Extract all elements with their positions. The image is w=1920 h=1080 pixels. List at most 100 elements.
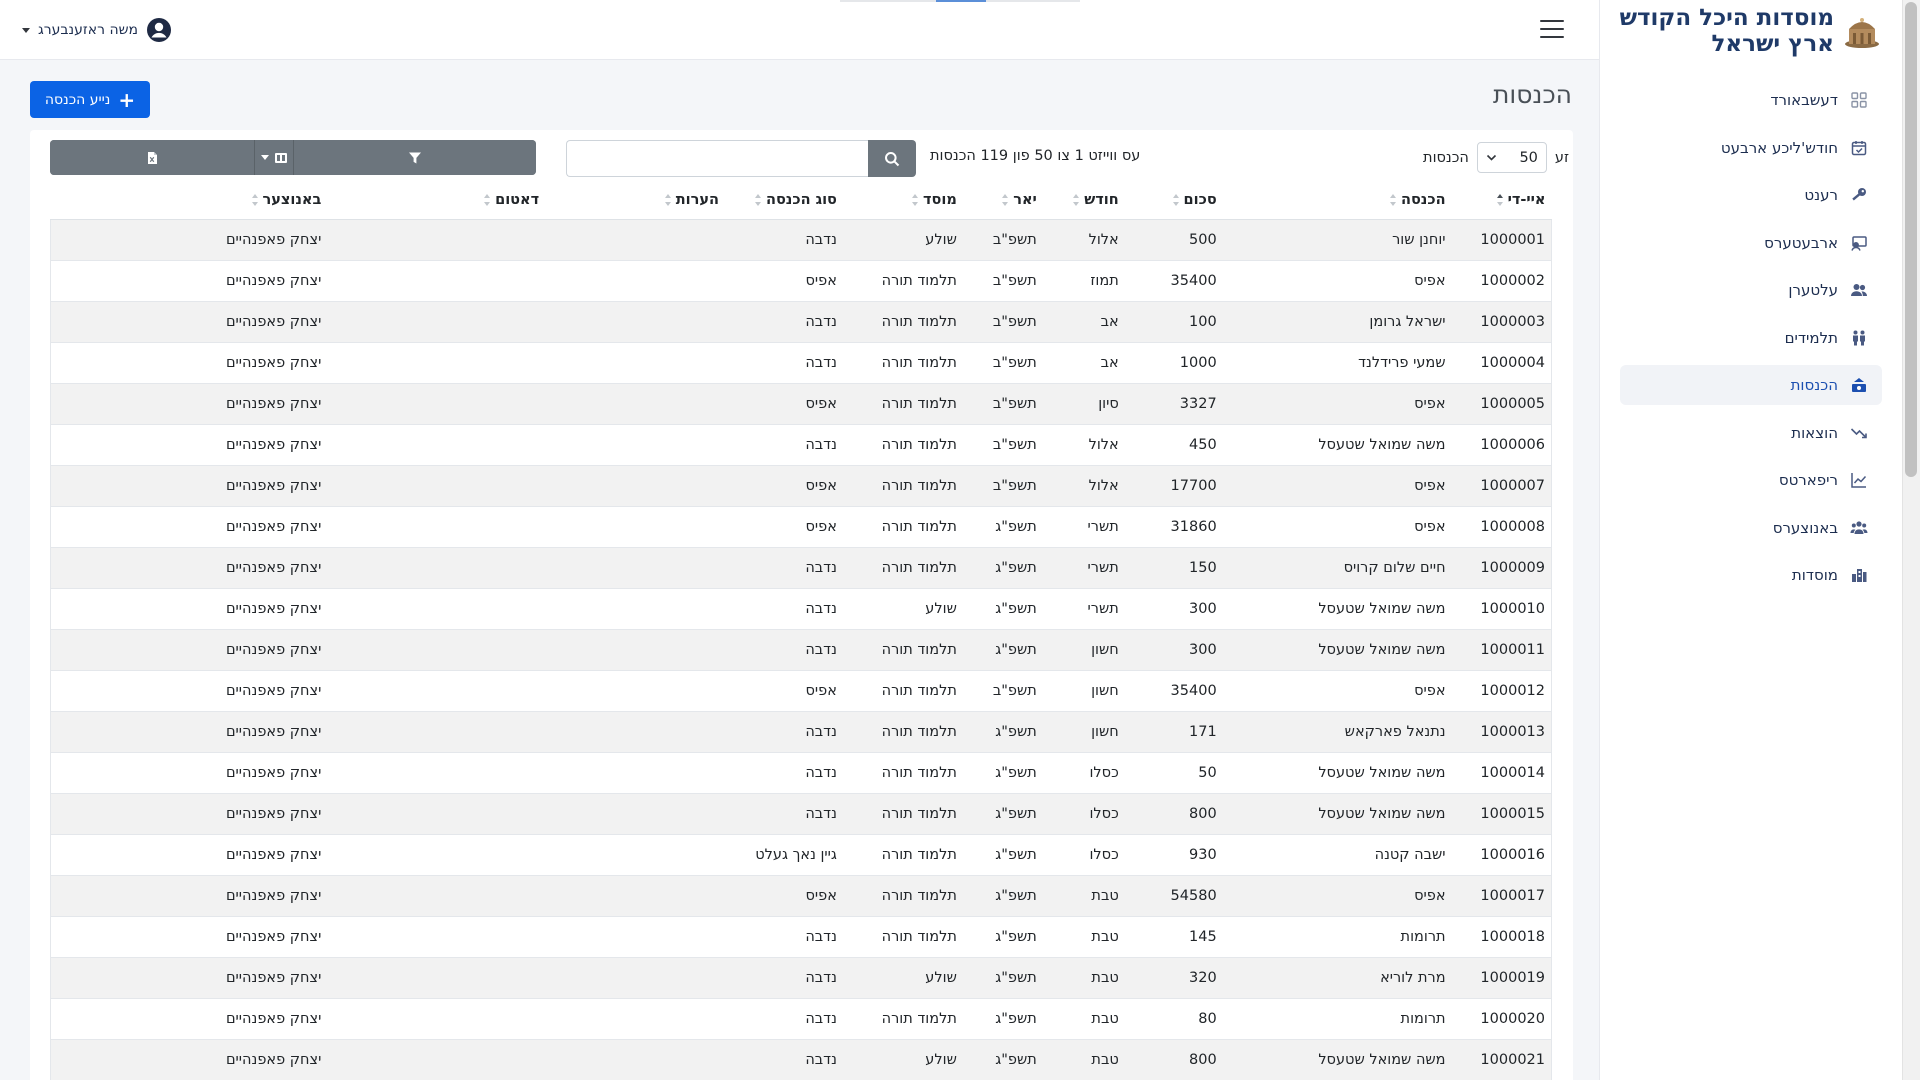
col-header-year[interactable]: יאר: [962, 182, 1043, 220]
cell-institution: שולע: [842, 219, 963, 261]
cell-notes: [545, 219, 725, 261]
sidebar-item-dashboard[interactable]: דעשבאורד: [1620, 80, 1882, 120]
sidebar-item-institutions[interactable]: מוסדות: [1620, 555, 1882, 595]
table-row[interactable]: 1000015 משה שמואל שטעסל 800 כסלו תשפ"ג תלמוד …: [50, 793, 1552, 835]
page-length-select[interactable]: 50: [1476, 142, 1547, 173]
scrollbar-thumb[interactable]: [1905, 2, 1917, 477]
filter-button[interactable]: [294, 140, 536, 175]
search-button[interactable]: [868, 140, 916, 177]
search-input[interactable]: [566, 140, 868, 177]
add-income-button[interactable]: + נייע הכנסה: [30, 81, 150, 118]
col-header-month[interactable]: חודש: [1042, 182, 1125, 220]
export-excel-button[interactable]: [50, 140, 255, 175]
sidebar-item-income[interactable]: הכנסות: [1620, 365, 1882, 405]
cell-id: 1000011: [1451, 629, 1552, 671]
cell-user: יצחק פאפנהיים: [50, 1039, 328, 1080]
cell-amount: 31860: [1124, 506, 1223, 548]
col-header-notes[interactable]: הערות: [545, 182, 725, 220]
cell-year: תשפ"ב: [962, 219, 1043, 261]
table-row[interactable]: 1000012 אפיס 35400 חשון תשפ"ב תלמוד תורה אפיס י…: [50, 670, 1552, 712]
cell-year: תשפ"ג: [962, 834, 1043, 876]
col-header-income[interactable]: הכנסה: [1222, 182, 1452, 220]
sidebar-item-users[interactable]: באנוצערס: [1620, 508, 1882, 548]
brand[interactable]: מוסדות היכל הקודש ארץ ישראל: [1602, 4, 1882, 58]
table-row[interactable]: 1000016 ישבה קטנה 930 כסלו תשפ"ג תלמוד תורה גי…: [50, 834, 1552, 876]
cell-user: יצחק פאפנהיים: [50, 998, 328, 1040]
sidebar-item-workers[interactable]: ארבעטערס: [1620, 223, 1882, 263]
table-row[interactable]: 1000013 נתנאל פארקאש 171 חשון תשפ"ג תלמוד תור…: [50, 711, 1552, 753]
cell-date: [327, 219, 546, 261]
cell-user: יצחק פאפנהיים: [50, 424, 328, 466]
table-row[interactable]: 1000003 ישראל גרומן 100 אב תשפ"ב תלמוד תורה נד…: [50, 301, 1552, 343]
table-row[interactable]: 1000011 משה שמואל שטעסל 300 חשון תשפ"ג תלמוד …: [50, 629, 1552, 671]
cell-date: [327, 588, 546, 630]
sidebar: מוסדות היכל הקודש ארץ ישראל דעשבאורד חוד…: [1599, 0, 1902, 1080]
col-header-amount[interactable]: סכום: [1124, 182, 1223, 220]
cell-id: 1000020: [1451, 998, 1552, 1040]
cell-institution: תלמוד תורה: [842, 752, 963, 794]
sidebar-item-label: ארבעטערס: [1764, 233, 1838, 252]
table-row[interactable]: 1000018 תרומות 145 טבת תשפ"ג תלמוד תורה נדבה יצ…: [50, 916, 1552, 958]
col-header-user[interactable]: באנוצער: [50, 182, 328, 220]
cell-institution: תלמוד תורה: [842, 383, 963, 425]
table-row[interactable]: 1000007 אפיס 17700 אלול תשפ"ב תלמוד תורה אפיס י…: [50, 465, 1552, 507]
table-row[interactable]: 1000005 אפיס 3327 סיון תשפ"ב תלמוד תורה אפיס יצ…: [50, 383, 1552, 425]
table-row[interactable]: 1000017 אפיס 54580 טבת תשפ"ג תלמוד תורה אפיס יצ…: [50, 875, 1552, 917]
sidebar-item-label: הכנסות: [1790, 376, 1838, 394]
table-row[interactable]: 1000006 משה שמואל שטעסל 450 אלול תשפ"ב תלמוד …: [50, 424, 1552, 466]
col-header-date[interactable]: דאטום: [327, 182, 546, 220]
sidebar-item-students[interactable]: תלמידים: [1620, 318, 1882, 358]
cell-month: תשרי: [1042, 588, 1125, 630]
col-header-income-type[interactable]: סוג הכנסה: [724, 182, 843, 220]
table-row[interactable]: 1000019 מרת לוריא 320 טבת תשפ"ג שולע נדבה יצחק …: [50, 957, 1552, 999]
page-scrollbar[interactable]: [1902, 0, 1920, 1080]
cell-month: טבת: [1042, 875, 1125, 917]
cell-income-type: אפיס: [724, 506, 843, 548]
sidebar-item-monthly-work[interactable]: חודש'ליכע ארבעט: [1620, 128, 1882, 168]
cell-notes: [545, 465, 725, 507]
cell-income-type: נדבה: [724, 629, 843, 671]
cell-amount: 80: [1124, 998, 1223, 1040]
sidebar-item-parents[interactable]: עלטערן: [1620, 270, 1882, 310]
cell-institution: תלמוד תורה: [842, 916, 963, 958]
table-row[interactable]: 1000001 יוחנן שור 500 אלול תשפ"ב שולע נדבה יצחק…: [50, 219, 1552, 261]
table-row[interactable]: 1000002 אפיס 35400 תמוז תשפ"ב תלמוד תורה אפיס י…: [50, 260, 1552, 302]
cell-notes: [545, 670, 725, 712]
cell-notes: [545, 998, 725, 1040]
cell-income: שמעי פרידלנד: [1222, 342, 1452, 384]
loading-bar: [840, 0, 1080, 2]
chevron-down-icon: [22, 27, 30, 33]
cell-month: תמוז: [1042, 260, 1125, 302]
table-row[interactable]: 1000014 משה שמואל שטעסל 50 כסלו תשפ"ג תלמוד ת…: [50, 752, 1552, 794]
menu-toggle-button[interactable]: [1539, 16, 1565, 42]
sort-icon: [911, 194, 919, 207]
cell-income: אפיס: [1222, 875, 1452, 917]
table-body: 1000001 יוחנן שור 500 אלול תשפ"ב שולע נדבה יצחק…: [50, 219, 1552, 1080]
user-menu[interactable]: משה ראזענבערג: [22, 16, 172, 44]
cell-notes: [545, 506, 725, 548]
col-header-id[interactable]: איי-די: [1451, 182, 1552, 220]
income-table-card: עס ווייזט 1 צו 50 פון 119 הכנסות זע 50 ה…: [30, 130, 1573, 1080]
table-row[interactable]: 1000020 תרומות 80 טבת תשפ"ג תלמוד תורה נדבה יצח…: [50, 998, 1552, 1040]
table-row[interactable]: 1000010 משה שמואל שטעסל 300 תשרי תשפ"ג שולע נד…: [50, 588, 1552, 630]
brand-title: מוסדות היכל הקודש ארץ ישראל: [1619, 5, 1834, 57]
cell-income: ישבה קטנה: [1222, 834, 1452, 876]
search-box: [566, 140, 916, 177]
sidebar-item-expenses[interactable]: הוצאות: [1620, 413, 1882, 453]
sidebar-item-reports[interactable]: ריפארטס: [1620, 460, 1882, 500]
table-row[interactable]: 1000008 אפיס 31860 תשרי תשפ"ג תלמוד תורה אפיס י…: [50, 506, 1552, 548]
user-avatar-icon: [147, 18, 172, 42]
cell-year: תשפ"ב: [962, 383, 1043, 425]
table-row[interactable]: 1000021 משה שמואל שטעסל 800 טבת תשפ"ג שולע נדב…: [50, 1039, 1552, 1080]
column-visibility-button[interactable]: [255, 140, 294, 175]
cell-income: יוחנן שור: [1222, 219, 1452, 261]
col-header-institution[interactable]: מוסד: [842, 182, 963, 220]
cell-amount: 3327: [1124, 383, 1223, 425]
dashboard-icon: [1851, 92, 1867, 108]
cell-income-type: נדבה: [724, 916, 843, 958]
table-row[interactable]: 1000004 שמעי פרידלנד 1000 אב תשפ"ב תלמוד תורה…: [50, 342, 1552, 384]
cell-id: 1000010: [1451, 588, 1552, 630]
sidebar-item-rent[interactable]: רענט: [1620, 175, 1882, 215]
cell-year: תשפ"ב: [962, 301, 1043, 343]
table-row[interactable]: 1000009 חיים שלום קרויס 150 תשרי תשפ"ג תלמוד …: [50, 547, 1552, 589]
